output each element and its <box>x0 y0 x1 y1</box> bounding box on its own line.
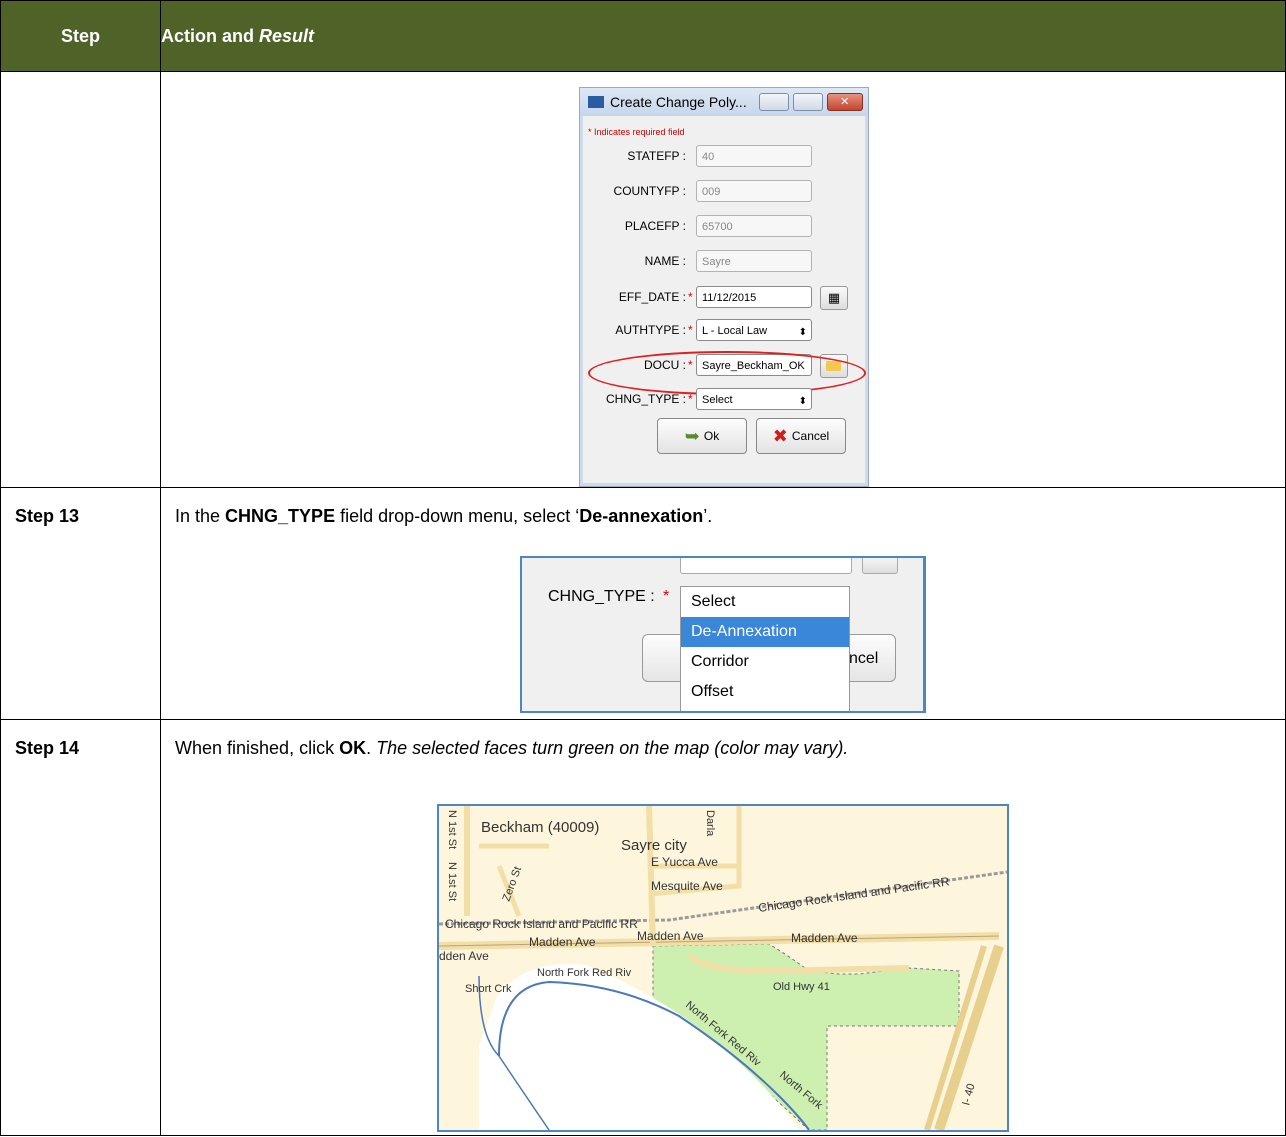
vertical-street <box>646 806 656 947</box>
minimize-icon[interactable] <box>758 93 789 111</box>
option-offset[interactable]: Offset <box>681 677 849 707</box>
label-n-1st-st-b: N 1st St <box>446 862 458 901</box>
chng-type-select[interactable]: Select ⬍ <box>696 388 812 410</box>
authtype-label: AUTHTYPE : <box>615 323 686 337</box>
field-row-name: NAME : Sayre <box>580 250 868 274</box>
placefp-field[interactable]: 65700 <box>696 215 812 237</box>
eff-date-label: EFF_DATE : <box>618 290 686 304</box>
ok-button[interactable]: ➥ Ok <box>657 418 747 454</box>
header-step: Step <box>0 0 161 72</box>
step-13-label: Step 13 <box>0 487 161 720</box>
step-cell-empty <box>0 71 161 488</box>
required-note: * Indicates required field <box>588 127 685 137</box>
chng-type-options: Select De-Annexation Corridor Offset <box>680 586 850 711</box>
label-darla: Darla <box>704 810 716 837</box>
chng-type-label: CHNG_TYPE : <box>605 392 686 406</box>
label-madden-ave-2: Madden Ave <box>637 929 704 943</box>
field-row-placefp: PLACEFP : 65700 <box>580 215 868 239</box>
create-change-polygon-dialog: Create Change Poly... ✕ * Indicates requ… <box>579 87 869 487</box>
updown-icon: ⬍ <box>798 327 807 338</box>
label-railroad-left: Chicago Rock Island and Pacific RR <box>445 917 638 931</box>
name-label: NAME : <box>644 254 686 268</box>
field-row-eff-date: EFF_DATE : * 11/12/2015 ▦ <box>580 286 868 310</box>
countyfp-label: COUNTYFP : <box>613 184 686 198</box>
maximize-icon[interactable] <box>792 93 823 111</box>
field-row-statefp: STATEFP : 40 <box>580 145 868 169</box>
close-icon[interactable]: ✕ <box>826 93 863 111</box>
label-mesquite-ave: Mesquite Ave <box>651 879 723 893</box>
label-north-fork-1: North Fork Red Riv <box>537 967 632 979</box>
cancel-x-icon: ✖ <box>772 425 788 446</box>
eff-date-field[interactable]: 11/12/2015 <box>696 286 812 308</box>
option-de-annexation[interactable]: De-Annexation <box>681 617 849 647</box>
label-madden-ave-1: Madden Ave <box>529 935 596 949</box>
docu-field-partial <box>680 558 852 574</box>
app-icon <box>588 96 604 108</box>
folder-icon <box>862 558 898 574</box>
countyfp-field[interactable]: 009 <box>696 180 812 202</box>
map-screenshot: Beckham (40009) Sayre city E Yucca Ave M… <box>437 804 1009 1132</box>
field-row-authtype: AUTHTYPE : * L - Local Law ⬍ <box>580 319 868 343</box>
field-row-chng-type: CHNG_TYPE : * Select ⬍ <box>580 388 868 412</box>
label-short-crk: Short Crk <box>465 983 512 995</box>
field-row-countyfp: COUNTYFP : 009 <box>580 180 868 204</box>
required-star: * <box>688 392 693 406</box>
dialog-titlebar: Create Change Poly... ✕ <box>580 88 868 116</box>
chng-type-dropdown-screenshot: CHNG_TYPE : * ncel Select De-Annexation … <box>520 556 926 713</box>
option-select[interactable]: Select <box>681 587 849 617</box>
label-madden-ave-3: Madden Ave <box>791 931 858 945</box>
required-star: * <box>663 588 670 605</box>
statefp-field[interactable]: 40 <box>696 145 812 167</box>
required-star: * <box>688 290 693 304</box>
cancel-button-partial: ncel <box>849 650 879 667</box>
required-star: * <box>688 323 693 337</box>
placefp-label: PLACEFP : <box>624 219 686 233</box>
chng-type-label: CHNG_TYPE : <box>548 588 655 605</box>
option-corridor[interactable]: Corridor <box>681 647 849 677</box>
label-e-yucca-ave: E Yucca Ave <box>651 855 718 869</box>
updown-icon: ⬍ <box>798 396 807 407</box>
cancel-button[interactable]: ✖ Cancel <box>756 418 846 454</box>
ok-arrow-icon: ➥ <box>684 425 700 446</box>
label-madden-ave-left: dden Ave <box>439 949 489 963</box>
city-label: Sayre city <box>621 837 687 854</box>
dialog-title: Create Change Poly... <box>610 94 747 110</box>
map-svg: Beckham (40009) Sayre city E Yucca Ave M… <box>439 806 1007 1130</box>
statefp-label: STATEFP : <box>627 149 686 163</box>
label-n-1st-st-a: N 1st St <box>446 810 458 849</box>
authtype-select[interactable]: L - Local Law ⬍ <box>696 319 812 341</box>
county-label: Beckham (40009) <box>481 819 599 836</box>
calendar-icon[interactable]: ▦ <box>820 286 848 310</box>
step-14-label: Step 14 <box>0 719 161 1136</box>
header-action: Action and Result <box>160 0 1286 72</box>
name-field[interactable]: Sayre <box>696 250 812 272</box>
label-old-hwy-41: Old Hwy 41 <box>773 981 830 993</box>
